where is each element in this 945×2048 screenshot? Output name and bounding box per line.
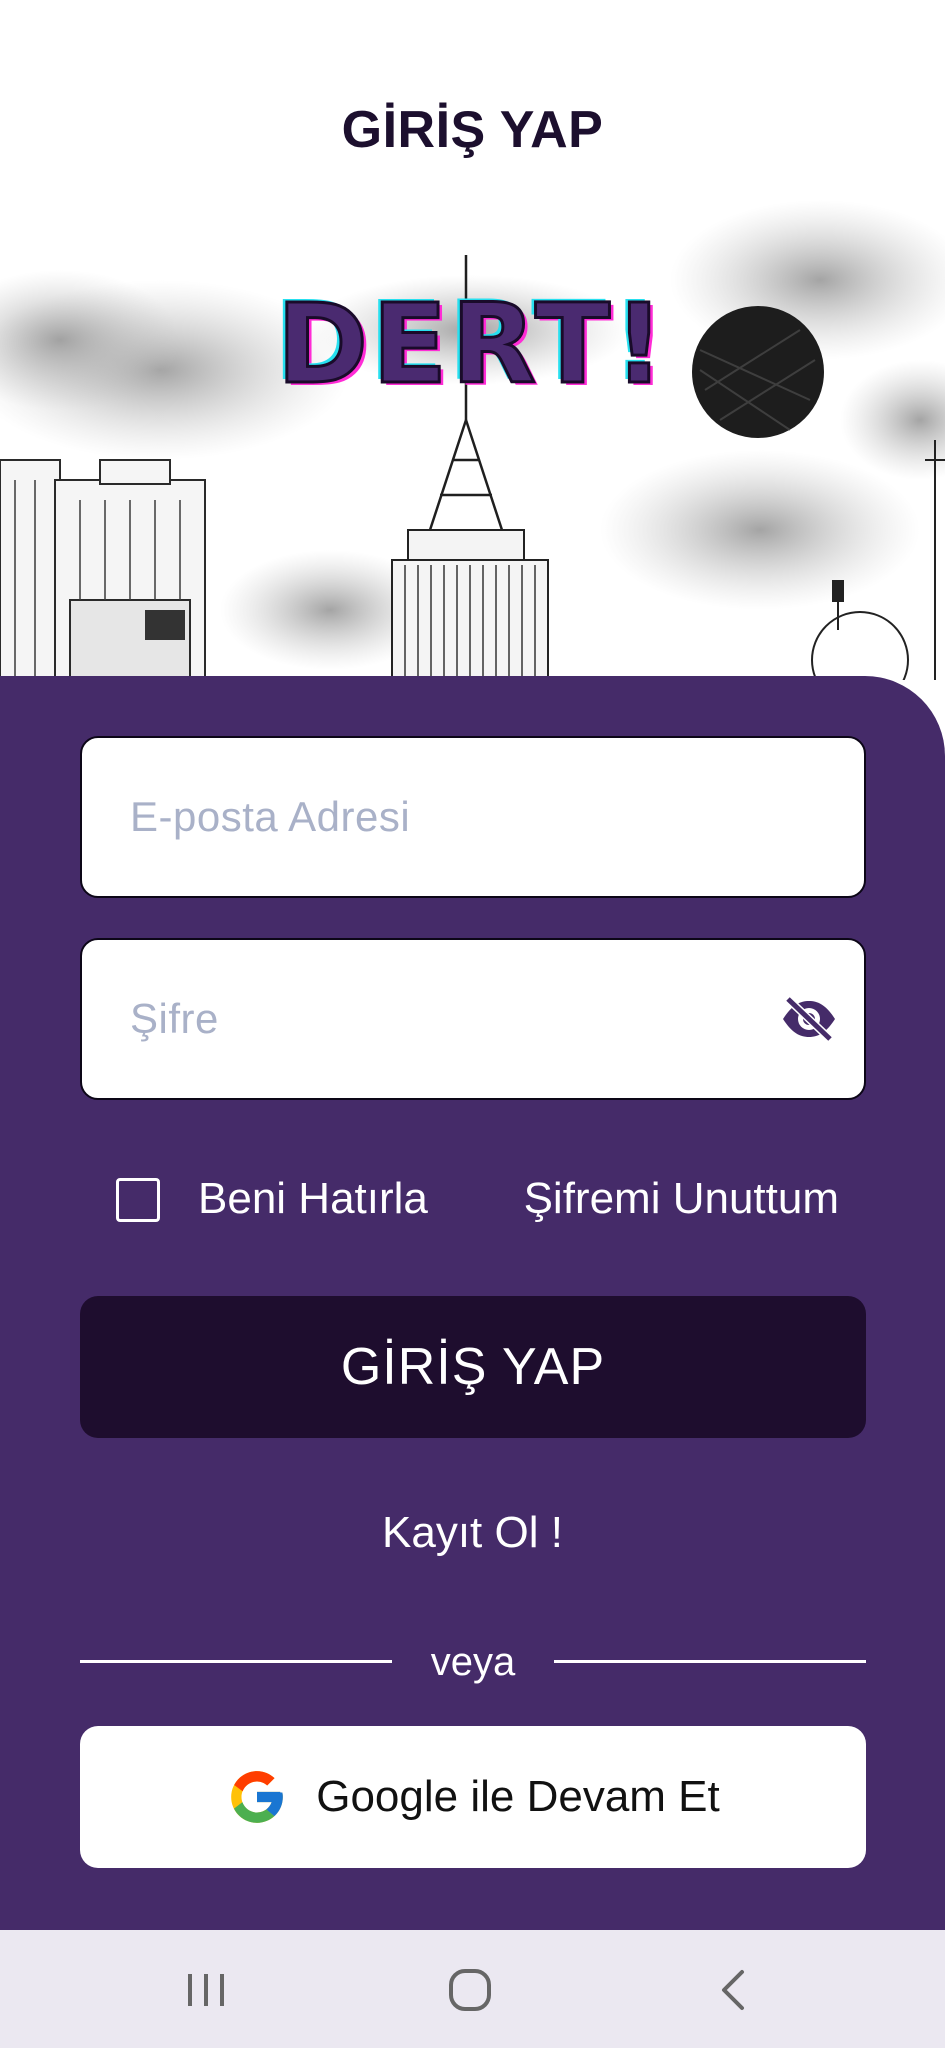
google-icon bbox=[226, 1766, 288, 1828]
options-row: Beni Hatırla Şifremi Unuttum bbox=[0, 1168, 945, 1228]
app-logo: DERT! bbox=[275, 279, 669, 410]
remember-checkbox[interactable] bbox=[116, 1178, 160, 1222]
back-icon[interactable] bbox=[704, 1960, 764, 2020]
google-label: Google ile Devam Et bbox=[316, 1772, 720, 1821]
eye-off-icon[interactable] bbox=[780, 995, 838, 1043]
system-navbar bbox=[0, 1930, 945, 2048]
forgot-password-link[interactable]: Şifremi Unuttum bbox=[524, 1174, 839, 1224]
email-placeholder: E-posta Adresi bbox=[130, 793, 411, 840]
home-icon[interactable] bbox=[440, 1960, 500, 2020]
city-illustration bbox=[0, 160, 945, 680]
google-signin-button[interactable]: Google ile Devam Et bbox=[80, 1726, 866, 1868]
or-divider: veya bbox=[80, 1640, 866, 1684]
remember-label[interactable]: Beni Hatırla bbox=[198, 1174, 428, 1224]
email-field[interactable]: E-posta Adresi bbox=[80, 736, 866, 898]
password-placeholder: Şifre bbox=[130, 995, 219, 1042]
login-button[interactable]: GİRİŞ YAP bbox=[80, 1296, 866, 1438]
divider-line-right bbox=[554, 1660, 866, 1663]
login-screen: GİRİŞ YAP DERT! E-posta Adresi Şifre Ben… bbox=[0, 0, 945, 2048]
password-field[interactable]: Şifre bbox=[80, 938, 866, 1100]
register-link[interactable]: Kayıt Ol ! bbox=[0, 1508, 945, 1558]
page-title: GİRİŞ YAP bbox=[341, 101, 604, 159]
recents-icon[interactable] bbox=[176, 1960, 236, 2020]
